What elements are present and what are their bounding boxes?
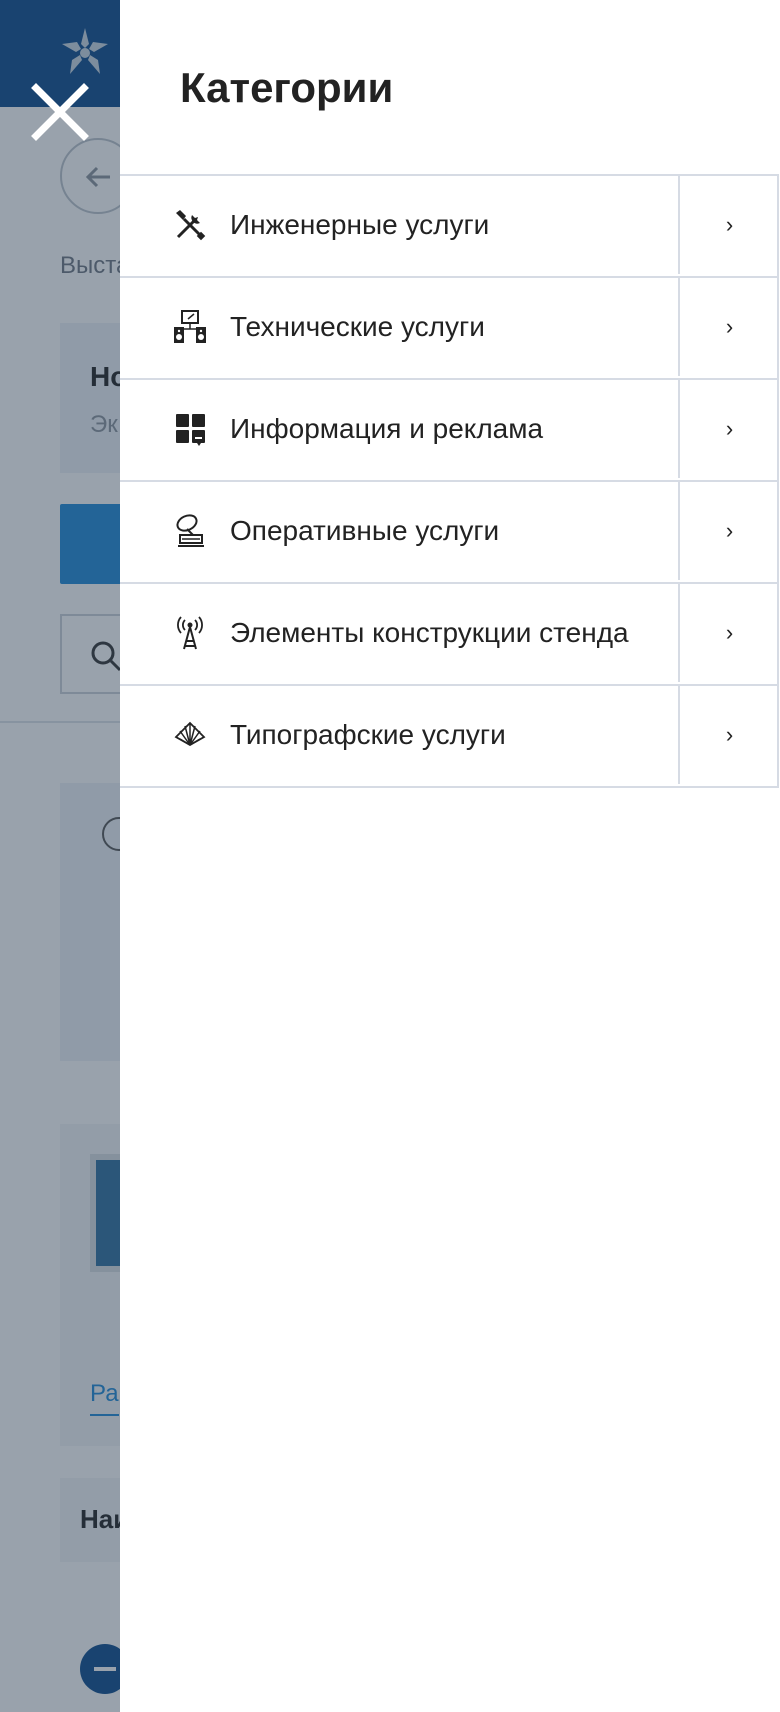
- speakers-screen-icon: [172, 309, 208, 345]
- drawer-title: Категории: [180, 64, 394, 111]
- chevron-right-icon[interactable]: ›: [678, 176, 779, 274]
- category-label: Инженерные услуги: [230, 209, 490, 240]
- category-list: Инженерные услуги › Технические услуги ›: [120, 174, 779, 788]
- chevron-right-icon[interactable]: ›: [678, 482, 779, 580]
- category-label: Элементы конструкции стенда: [230, 617, 629, 648]
- category-item-operational[interactable]: Оперативные услуги ›: [120, 482, 777, 584]
- chevron-right-icon[interactable]: ›: [678, 584, 779, 682]
- category-item-stand-elements[interactable]: Элементы конструкции стенда ›: [120, 584, 777, 686]
- category-item-information[interactable]: Информация и реклама ›: [120, 380, 777, 482]
- category-item-technical[interactable]: Технические услуги ›: [120, 278, 777, 380]
- antenna-tower-icon: [172, 615, 208, 651]
- categories-drawer: Категории Инженерные услуги › Технически…: [120, 0, 780, 1712]
- category-item-printing[interactable]: Типографские услуги ›: [120, 686, 777, 788]
- fan-palette-icon: [172, 717, 208, 753]
- category-label: Технические услуги: [230, 311, 485, 342]
- chevron-right-icon[interactable]: ›: [678, 686, 779, 784]
- chevron-right-icon[interactable]: ›: [678, 278, 779, 376]
- category-label: Типографские услуги: [230, 719, 506, 750]
- close-icon[interactable]: [28, 80, 92, 144]
- tools-icon: [172, 207, 208, 243]
- chevron-right-icon[interactable]: ›: [678, 380, 779, 478]
- category-label: Оперативные услуги: [230, 515, 500, 546]
- dashboard-grid-icon: [172, 411, 208, 447]
- category-label: Информация и реклама: [230, 413, 544, 444]
- satellite-dish-icon: [172, 513, 208, 549]
- category-item-engineering[interactable]: Инженерные услуги ›: [120, 176, 777, 278]
